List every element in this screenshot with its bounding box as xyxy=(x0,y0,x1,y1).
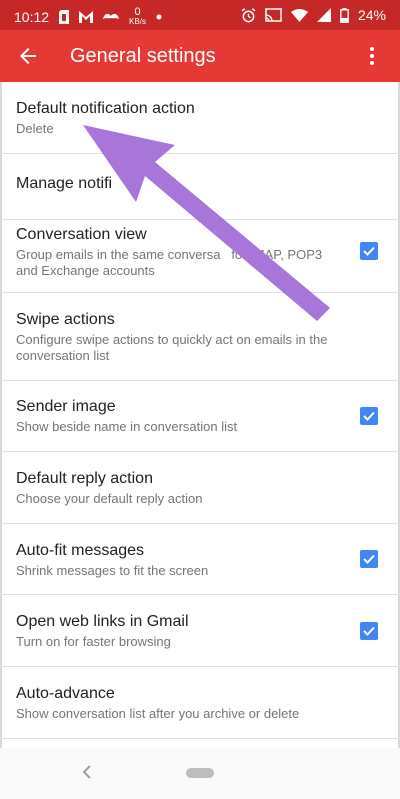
setting-title: Manage notifi xyxy=(16,175,113,192)
dot-icon xyxy=(156,14,162,19)
back-arrow-icon[interactable] xyxy=(16,44,40,68)
sim-card-icon xyxy=(59,9,70,24)
cast-icon xyxy=(265,8,282,22)
battery-icon xyxy=(340,7,349,23)
network-speed-unit: KB/s xyxy=(129,17,146,26)
setting-subtitle: Configure swipe actions to quickly act o… xyxy=(16,332,328,363)
setting-subtitle: Delete xyxy=(16,121,54,136)
status-bar: 10:12 0 KB/s 24% xyxy=(0,0,400,30)
network-speed: 0 KB/s xyxy=(129,7,146,26)
setting-subtitle: Choose your default reply action xyxy=(16,491,203,506)
setting-default-notification-action[interactable]: Default notification action Delete xyxy=(0,82,400,154)
sender-image-checkbox[interactable] xyxy=(360,407,378,425)
setting-auto-advance[interactable]: Auto-advance Show conversation list afte… xyxy=(0,667,400,739)
more-options-icon[interactable] xyxy=(360,44,384,68)
status-time: 10:12 xyxy=(14,8,50,25)
setting-title: Auto-advance xyxy=(16,685,115,702)
setting-title: Default notification action xyxy=(16,100,195,117)
setting-auto-fit-messages[interactable]: Auto-fit messages Shrink messages to fit… xyxy=(0,524,400,595)
check-icon xyxy=(363,554,375,564)
setting-title: Auto-fit messages xyxy=(16,542,145,559)
nav-home-pill[interactable] xyxy=(186,768,214,778)
setting-title: Default reply action xyxy=(16,470,153,487)
check-icon xyxy=(363,626,375,636)
page-title: General settings xyxy=(70,45,216,67)
setting-subtitle: Show conversation list after you archive… xyxy=(16,706,300,721)
setting-subtitle: Shrink messages to fit the screen xyxy=(16,563,209,578)
setting-open-web-links[interactable]: Open web links in Gmail Turn on for fast… xyxy=(0,595,400,667)
auto-fit-messages-checkbox[interactable] xyxy=(360,550,378,568)
alarm-icon xyxy=(241,7,256,22)
open-web-links-checkbox[interactable] xyxy=(360,622,378,640)
setting-subtitle: Group emails in the same conversa for IM… xyxy=(16,247,326,278)
setting-title: Swipe actions xyxy=(16,311,115,328)
system-navigation-bar xyxy=(0,748,400,799)
app-bar: General settings xyxy=(0,30,400,82)
setting-subtitle: Show beside name in conversation list xyxy=(16,419,238,434)
wifi-icon xyxy=(290,8,308,22)
check-icon xyxy=(363,411,375,421)
setting-title: Open web links in Gmail xyxy=(16,613,189,630)
setting-sender-image[interactable]: Sender image Show beside name in convers… xyxy=(0,381,400,452)
setting-swipe-actions[interactable]: Swipe actions Configure swipe actions to… xyxy=(0,293,400,381)
setting-subtitle: Turn on for faster browsing xyxy=(16,634,171,649)
setting-conversation-view[interactable]: Conversation view Group emails in the sa… xyxy=(0,220,400,293)
signal-icon xyxy=(316,8,331,22)
mustache-icon xyxy=(103,13,120,19)
gmail-icon xyxy=(79,10,94,23)
setting-manage-notifications[interactable]: Manage notifi xyxy=(0,154,400,220)
check-icon xyxy=(363,246,375,256)
setting-default-reply-action[interactable]: Default reply action Choose your default… xyxy=(0,452,400,524)
setting-title: Conversation view xyxy=(16,226,147,243)
nav-back-icon[interactable] xyxy=(80,764,94,780)
conversation-view-checkbox[interactable] xyxy=(360,242,378,260)
battery-percent: 24% xyxy=(357,7,386,23)
setting-title: Sender image xyxy=(16,398,116,415)
